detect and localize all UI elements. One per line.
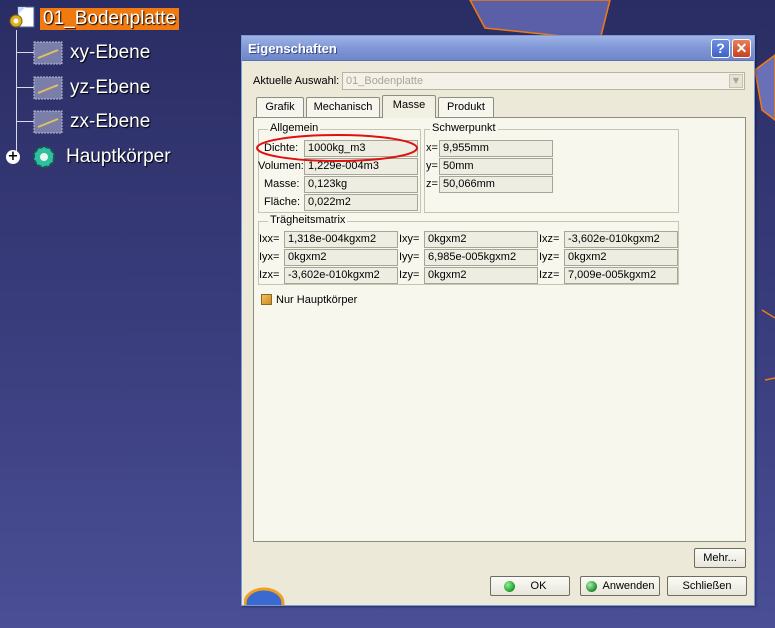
plane-icon [33, 76, 63, 100]
ok-label: OK [530, 580, 547, 592]
schwerpunkt-x-field: 9,955mm [439, 140, 553, 157]
izx-label: Izx= [259, 269, 280, 281]
masse-field: 0,123kg [304, 176, 418, 193]
part-gear-icon [9, 6, 35, 28]
izz-field: 7,009e-005kgxm2 [564, 267, 678, 284]
flaeche-field: 0,022m2 [304, 194, 418, 211]
iyz-label: Iyz= [539, 251, 560, 263]
iyx-label: Iyx= [259, 251, 280, 263]
ok-status-icon [503, 580, 515, 592]
anwenden-button[interactable]: Anwenden [580, 576, 660, 596]
group-schwerpunkt-title: Schwerpunkt [430, 122, 498, 134]
ixx-field: 1,318e-004kgxm2 [284, 231, 398, 248]
plane-icon [33, 110, 63, 134]
dialog-title: Eigenschaften [248, 41, 337, 56]
help-button[interactable]: ? [711, 39, 730, 58]
tree-item-label: yz-Ebene [70, 77, 151, 98]
mehr-button[interactable]: Mehr... [694, 548, 746, 568]
tab-produkt[interactable]: Produkt [438, 97, 494, 117]
ixy-label: Ixy= [399, 233, 420, 245]
iyz-field: 0kgxm2 [564, 249, 678, 266]
ok-button[interactable]: OK [490, 576, 570, 596]
iyx-field: 0kgxm2 [284, 249, 398, 266]
nur-hauptkoerper-checkbox[interactable] [261, 294, 272, 305]
masse-label: Masse: [264, 178, 300, 190]
selection-combo[interactable]: 01_Bodenplatte ▼ [342, 72, 745, 90]
izx-field: -3,602e-010kgxm2 [284, 267, 398, 284]
anwenden-label: Anwenden [602, 580, 655, 592]
schwerpunkt-z-label: z= [426, 178, 438, 190]
tree-item-xy-ebene[interactable]: xy-Ebene [32, 40, 150, 66]
ixy-field: 0kgxm2 [424, 231, 538, 248]
flaeche-label: Fläche: [264, 196, 301, 208]
group-traegheitsmatrix-title: Trägheitsmatrix [268, 214, 348, 226]
ixz-field: -3,602e-010kgxm2 [564, 231, 678, 248]
tree-item-hauptkoerper[interactable]: + Hauptkörper [6, 144, 171, 170]
dialog-titlebar[interactable]: Eigenschaften ? ✕ [242, 36, 754, 61]
izz-label: Izz= [539, 269, 560, 281]
schwerpunkt-x-label: x= [426, 142, 438, 154]
schwerpunkt-y-label: y= [426, 160, 438, 172]
ixz-label: Ixz= [539, 233, 560, 245]
tree-item-yz-ebene[interactable]: yz-Ebene [32, 75, 150, 101]
selection-label: Aktuelle Auswahl: [253, 75, 340, 87]
tree-item-label: Hauptkörper [66, 146, 171, 167]
izy-field: 0kgxm2 [424, 267, 538, 284]
chevron-down-icon[interactable]: ▼ [729, 74, 743, 88]
tree-root[interactable]: 01_Bodenplatte [4, 6, 180, 32]
properties-dialog: Eigenschaften ? ✕ Aktuelle Auswahl: 01_B… [241, 35, 755, 606]
tree-item-label: zx-Ebene [70, 111, 151, 132]
tree-item-label: xy-Ebene [70, 42, 151, 63]
close-button[interactable]: ✕ [732, 39, 751, 58]
schwerpunkt-y-field: 50mm [439, 158, 553, 175]
ixx-label: Ixx= [259, 233, 280, 245]
schwerpunkt-z-field: 50,066mm [439, 176, 553, 193]
tab-mechanisch[interactable]: Mechanisch [306, 97, 380, 117]
iyy-label: Iyy= [399, 251, 420, 263]
tree-root-label[interactable]: 01_Bodenplatte [40, 8, 180, 30]
schliessen-button[interactable]: Schließen [667, 576, 747, 596]
nur-hauptkoerper-label: Nur Hauptkörper [276, 294, 358, 306]
tab-masse[interactable]: Masse [382, 95, 436, 118]
masse-panel: Allgemein Dichte: 1000kg_m3 Volumen: 1,2… [253, 117, 746, 542]
tab-grafik[interactable]: Grafik [256, 97, 304, 117]
selection-value: 01_Bodenplatte [346, 75, 424, 87]
expand-icon[interactable]: + [6, 150, 20, 164]
izy-label: Izy= [399, 269, 420, 281]
tree-item-zx-ebene[interactable]: zx-Ebene [32, 109, 150, 135]
annotation-ellipse [256, 134, 418, 162]
body-gear-icon [33, 146, 55, 168]
compass-icon [244, 587, 285, 605]
apply-status-icon [585, 580, 597, 592]
plane-icon [33, 41, 63, 65]
iyy-field: 6,985e-005kgxm2 [424, 249, 538, 266]
